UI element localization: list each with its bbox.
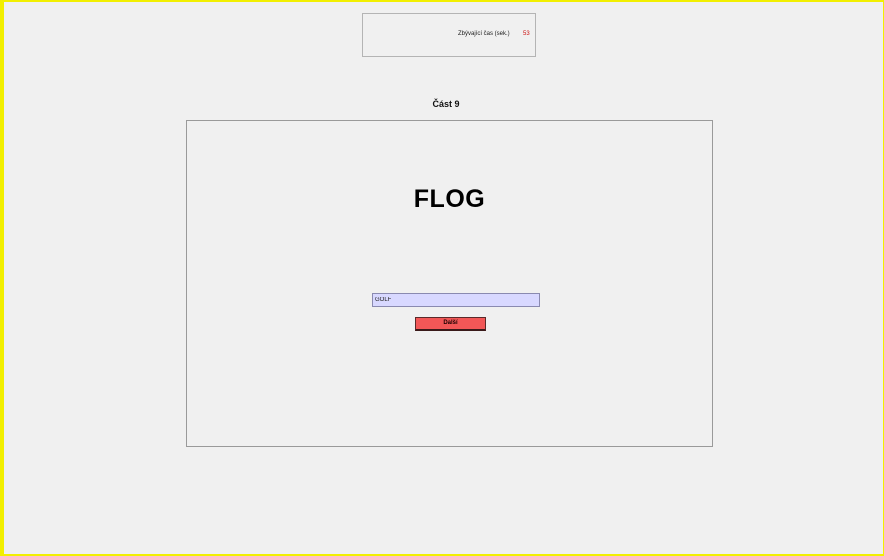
scrambled-word: FLOG xyxy=(413,185,486,213)
next-button[interactable]: Další xyxy=(415,317,486,331)
task-panel: FLOG Další xyxy=(186,120,713,447)
answer-input[interactable] xyxy=(372,293,540,307)
timer-label: Zbývající čas (sek.) xyxy=(458,31,510,37)
app-window-frame: Zbývající čas (sek.) 53 Část 9 FLOG Dalš… xyxy=(0,0,884,556)
timer-value: 53 xyxy=(523,31,530,37)
section-title: Část 9 xyxy=(432,99,460,109)
timer-panel: Zbývající čas (sek.) 53 xyxy=(362,13,536,57)
